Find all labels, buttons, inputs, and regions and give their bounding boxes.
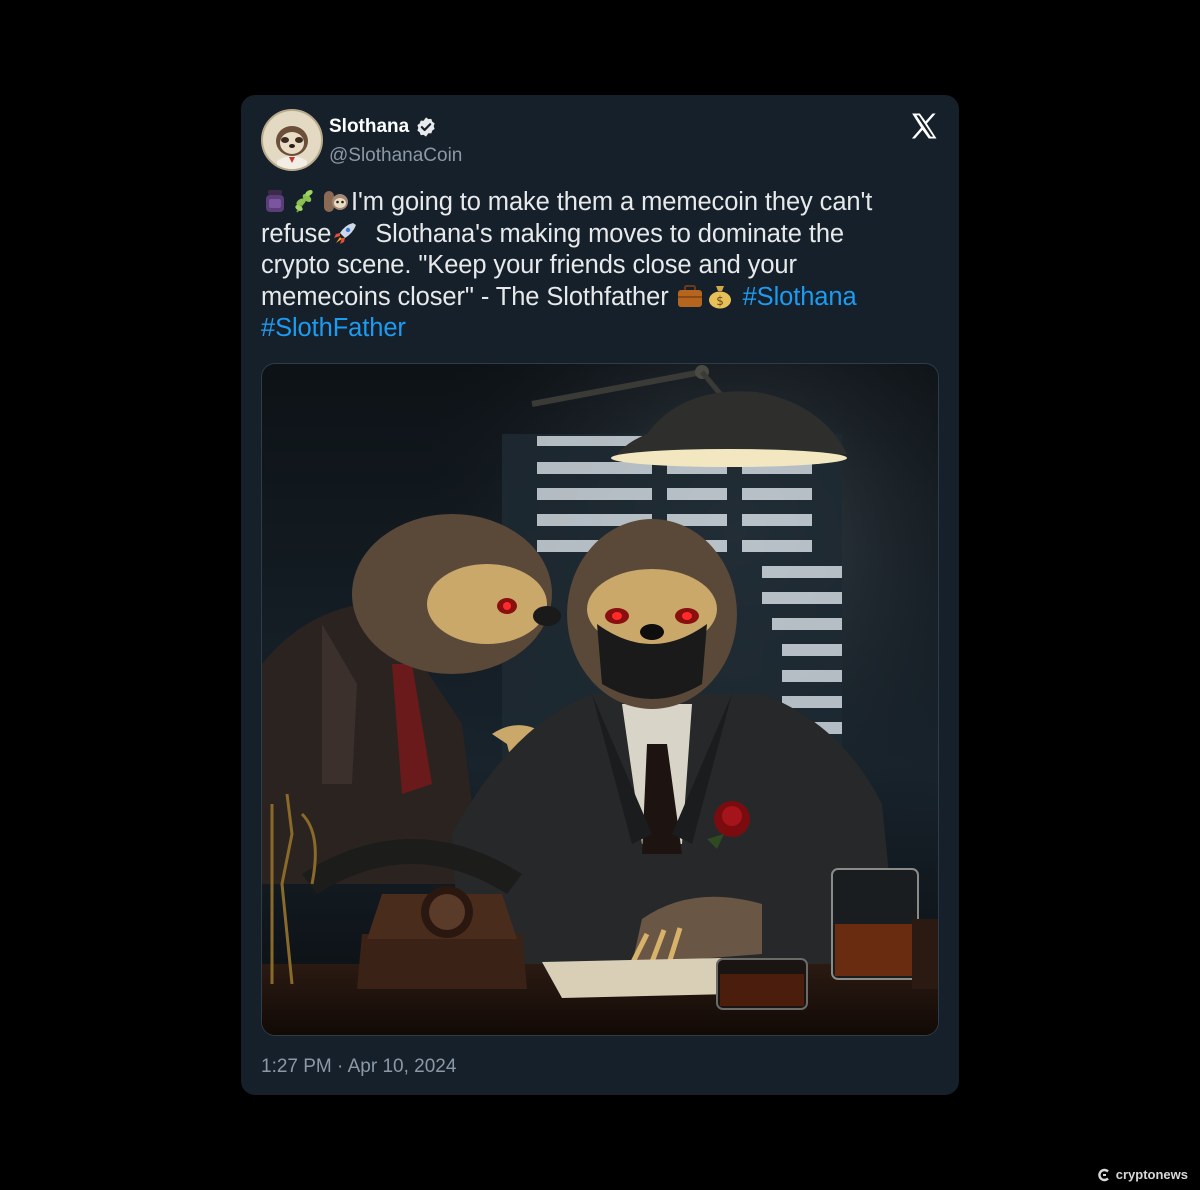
rocket-icon (334, 222, 357, 244)
tweet-text-refuse: refuse (261, 219, 332, 248)
x-logo-icon[interactable] (909, 111, 939, 141)
tweet-text-line-1: I'm going to make them a memecoin they c… (351, 188, 873, 216)
money-bag-icon: $ (708, 285, 731, 308)
tweet-text-line-4: memecoins closer" - The Slothfather (261, 282, 669, 311)
timestamp[interactable]: 1:27 PM · Apr 10, 2024 (261, 1056, 456, 1078)
briefcase-icon (677, 284, 702, 307)
cryptonews-logo-icon (1098, 1168, 1109, 1181)
slothfather-image (262, 364, 938, 1035)
tweet-text-line-3: crypto scene. "Keep your friends close a… (261, 251, 797, 279)
herb-icon (295, 190, 313, 213)
display-name-text[interactable]: Slothana (329, 116, 409, 138)
hashtag-slothfather[interactable]: #SlothFather (261, 314, 406, 342)
paper (542, 958, 732, 998)
watermark-label: cryptonews (1115, 1167, 1188, 1182)
tweet-media[interactable] (261, 363, 939, 1036)
potion-icon (266, 190, 284, 212)
hashtag-slothana[interactable]: #Slothana (743, 283, 857, 311)
avatar[interactable] (261, 109, 323, 171)
svg-text:$: $ (716, 294, 724, 308)
tweet-text-line-2: Slothana's making moves to dominate the (375, 219, 844, 248)
tweet-text: I'm going to make them a memecoin they c… (261, 187, 941, 345)
tweet-card[interactable]: Slothana @SlothanaCoin I'm going to make… (241, 95, 959, 1095)
sloth-icon (324, 191, 348, 212)
user-handle[interactable]: @SlothanaCoin (329, 145, 462, 167)
cryptonews-watermark: cryptonews (1097, 1167, 1188, 1182)
sloth-avatar-icon (263, 111, 321, 169)
display-name[interactable]: Slothana (329, 116, 437, 138)
verified-badge-icon (417, 117, 435, 137)
